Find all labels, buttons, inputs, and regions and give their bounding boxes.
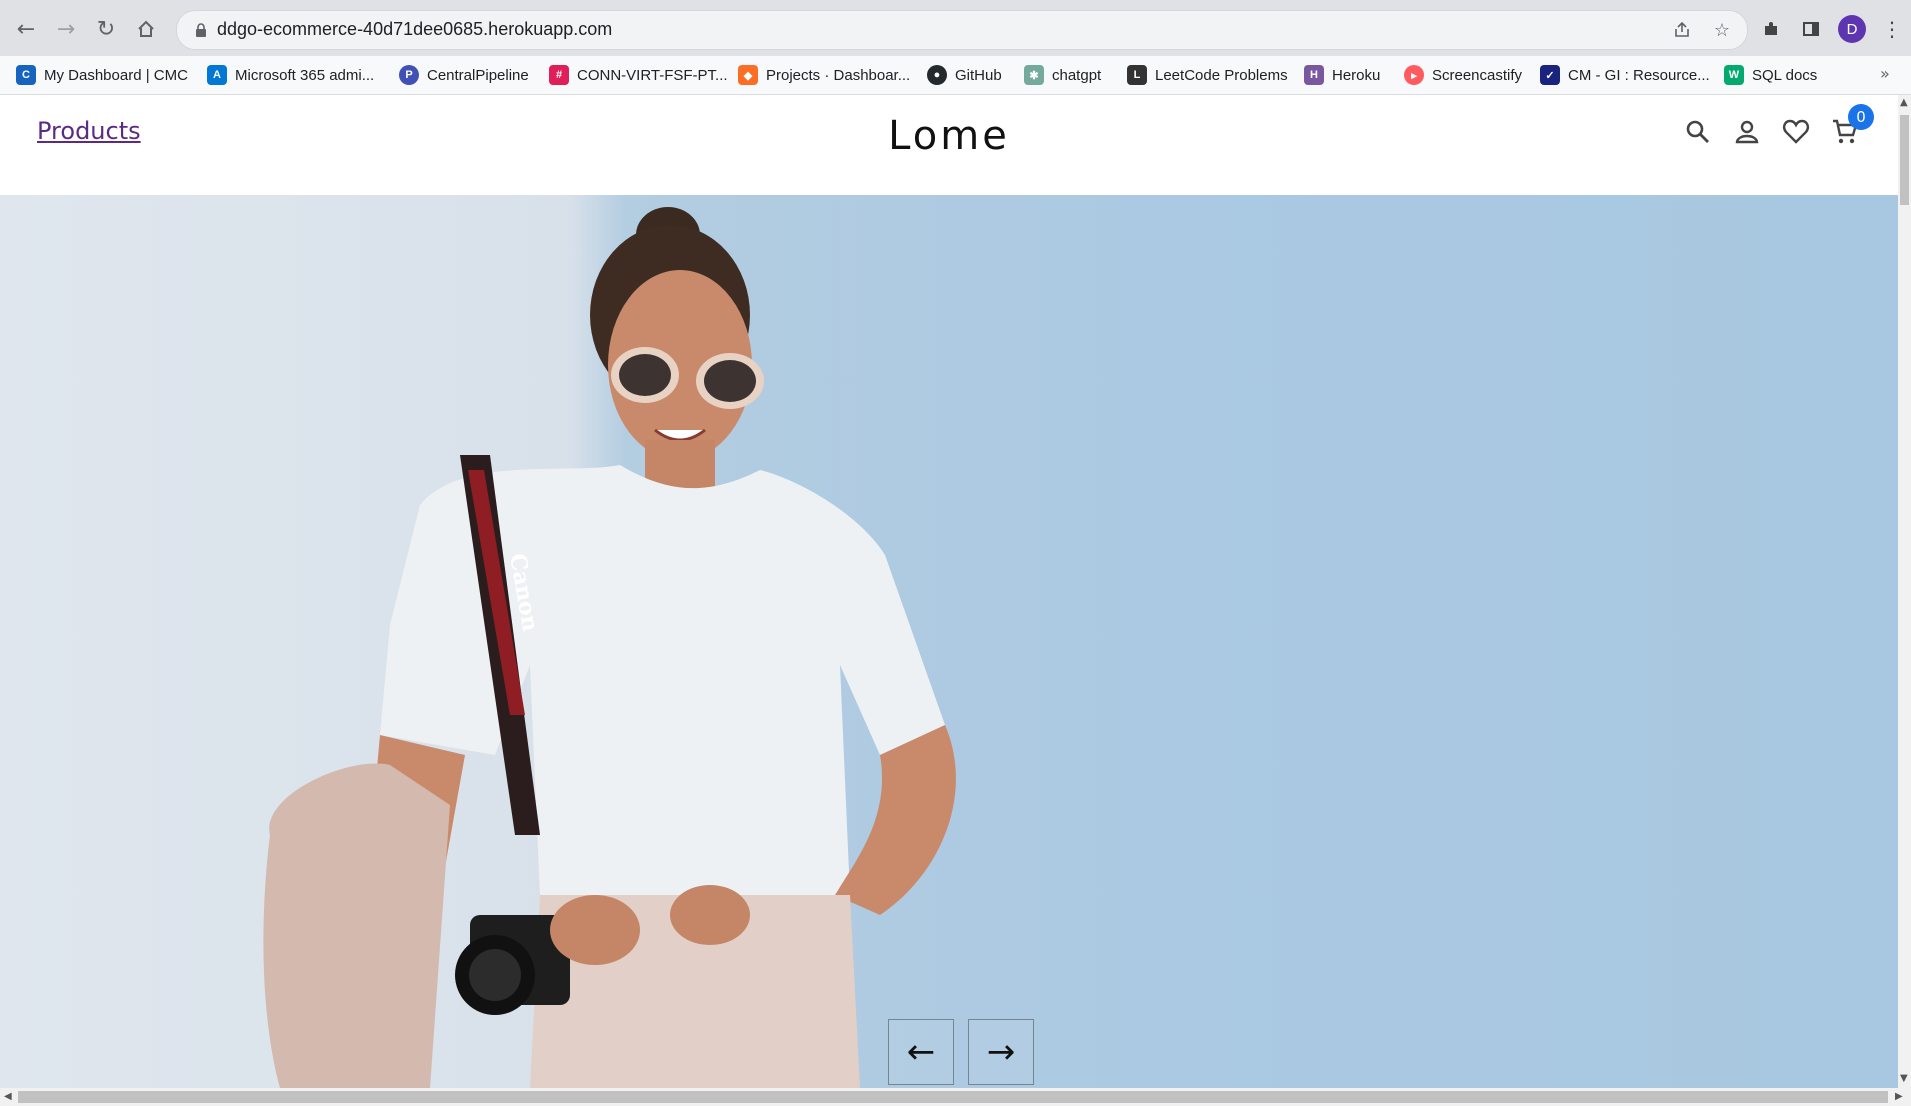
bookmark-item[interactable]: ● GitHub xyxy=(927,64,1002,86)
microsoft-365-icon: A xyxy=(207,65,227,85)
search-icon[interactable] xyxy=(1681,115,1715,149)
vertical-scrollbar[interactable]: ▲ ▼ xyxy=(1898,95,1911,1088)
heroku-icon: H xyxy=(1304,65,1324,85)
horizontal-scroll-thumb[interactable] xyxy=(18,1091,1888,1103)
screencastify-icon: ▸ xyxy=(1404,65,1424,85)
share-icon[interactable] xyxy=(1671,19,1693,41)
carousel-next-button[interactable]: → xyxy=(968,1019,1034,1085)
account-icon[interactable] xyxy=(1730,115,1764,149)
w3schools-icon: W xyxy=(1724,65,1744,85)
back-icon[interactable]: ← xyxy=(9,12,43,46)
tab-strip xyxy=(0,0,1911,3)
profile-avatar[interactable]: D xyxy=(1838,15,1866,43)
bookmark-item[interactable]: # CONN-VIRT-FSF-PT... xyxy=(549,64,728,86)
scroll-left-icon[interactable]: ◀ xyxy=(4,1091,12,1102)
forward-icon[interactable]: → xyxy=(49,12,83,46)
bookmark-item[interactable]: W SQL docs xyxy=(1724,64,1817,86)
wishlist-heart-icon[interactable] xyxy=(1779,115,1813,149)
hero-image: Canon xyxy=(263,207,956,1088)
home-icon[interactable] xyxy=(129,12,163,46)
scroll-down-icon[interactable]: ▼ xyxy=(1900,1073,1908,1084)
page-viewport: Products Lome 0 Canon ← → xyxy=(0,95,1898,1088)
bookmark-star-icon[interactable]: ☆ xyxy=(1711,19,1733,41)
slack-icon: # xyxy=(549,65,569,85)
vertical-scroll-thumb[interactable] xyxy=(1900,115,1909,205)
bookmark-item[interactable]: L LeetCode Problems xyxy=(1127,64,1288,86)
horizontal-scrollbar[interactable]: ◀ ▶ xyxy=(0,1088,1911,1106)
bookmark-item[interactable]: H Heroku xyxy=(1304,64,1380,86)
site-header: Products Lome 0 xyxy=(0,95,1898,195)
github-icon: ● xyxy=(927,65,947,85)
reload-icon[interactable]: ↻ xyxy=(89,12,123,46)
address-bar[interactable]: ddgo-ecommerce-40d71dee0685.herokuapp.co… xyxy=(176,10,1748,50)
lock-icon[interactable] xyxy=(191,20,211,40)
bookmark-item[interactable]: A Microsoft 365 admi... xyxy=(207,64,374,86)
gitlab-icon: ◆ xyxy=(738,65,758,85)
bookmark-item[interactable]: P CentralPipeline xyxy=(399,64,529,86)
leetcode-icon: L xyxy=(1127,65,1147,85)
bookmark-item[interactable]: ▸ Screencastify xyxy=(1404,64,1522,86)
carousel-prev-button[interactable]: ← xyxy=(888,1019,954,1085)
cm-gi-icon: ✓ xyxy=(1540,65,1560,85)
browser-toolbar: ← → ↻ ddgo-ecommerce-40d71dee0685.heroku… xyxy=(0,0,1911,56)
url-text[interactable]: ddgo-ecommerce-40d71dee0685.herokuapp.co… xyxy=(217,19,612,40)
side-panel-icon[interactable] xyxy=(1794,12,1828,46)
chatgpt-icon: ✱ xyxy=(1024,65,1044,85)
browser-menu-icon[interactable]: ⋮ xyxy=(1875,12,1909,46)
bookmark-item[interactable]: ✱ chatgpt xyxy=(1024,64,1101,86)
bookmark-item[interactable]: C My Dashboard | CMC xyxy=(16,64,188,86)
scroll-up-icon[interactable]: ▲ xyxy=(1900,97,1908,108)
hero-carousel: Canon ← → xyxy=(0,195,1898,1088)
cmc-icon: C xyxy=(16,65,36,85)
brand-logo[interactable]: Lome xyxy=(0,113,1898,159)
bookmark-item[interactable]: ✓ CM - GI : Resource... xyxy=(1540,64,1710,86)
cart-count-badge: 0 xyxy=(1848,104,1874,130)
bookmark-item[interactable]: ◆ Projects · Dashboar... xyxy=(738,64,910,86)
bookmarks-overflow-icon[interactable]: » xyxy=(1880,64,1890,83)
extensions-icon[interactable] xyxy=(1754,12,1788,46)
centralpipeline-icon: P xyxy=(399,65,419,85)
bookmarks-bar: C My Dashboard | CMC A Microsoft 365 admi.… xyxy=(0,56,1911,95)
scroll-right-icon[interactable]: ▶ xyxy=(1895,1091,1903,1102)
